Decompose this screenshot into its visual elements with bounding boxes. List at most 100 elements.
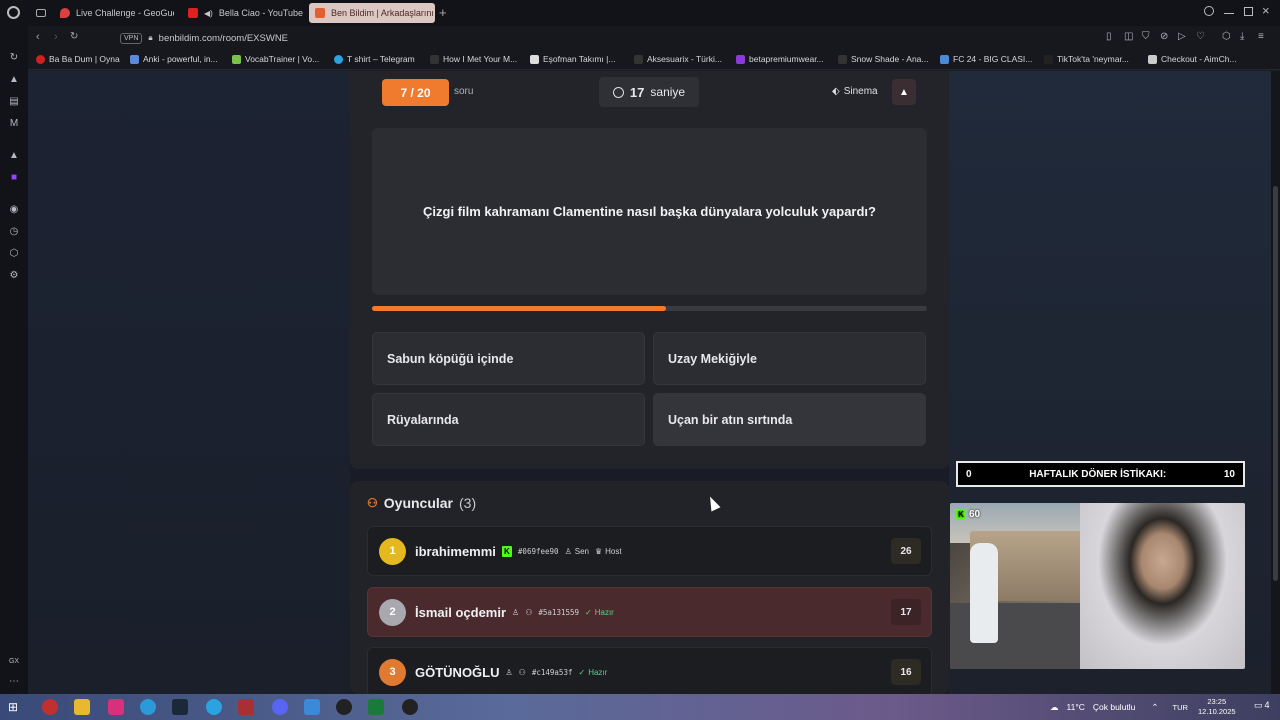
report-button[interactable]: ▲ (892, 79, 916, 105)
category-label: ⬖ Sinema (832, 86, 878, 97)
settings-icon[interactable]: ⚙ (8, 270, 20, 282)
gx-label[interactable]: GX (8, 656, 20, 668)
cloud-icon[interactable]: ☁ (1050, 702, 1059, 713)
bookmark-item[interactable]: FC 24 - BIG CLASI... (940, 54, 1032, 64)
clock-date: 12.10.2025 (1198, 707, 1236, 716)
bookmark-item[interactable]: Checkout - AimCh... (1148, 54, 1237, 64)
page-scrollbar[interactable] (1271, 71, 1280, 694)
scrollbar-thumb[interactable] (1273, 186, 1278, 581)
reload-icon[interactable]: ↻ (70, 31, 78, 42)
pinboard-icon[interactable]: ▲ (8, 74, 20, 86)
maximize-button[interactable] (1244, 7, 1253, 16)
player-score: 16 (891, 659, 921, 685)
forward-icon[interactable]: › (54, 31, 58, 43)
bookmark-item[interactable]: T shirt – Telegram (334, 54, 415, 64)
check-circle-icon: ✓ (585, 607, 592, 617)
telegram-icon[interactable] (206, 699, 222, 715)
language-indicator[interactable]: TUR (1173, 703, 1188, 712)
answer-option[interactable]: Rüyalarında (372, 393, 645, 446)
player-row: 3 GÖTÜNOĞLU ♙ ⚇ #c149a53f ✓ Hazır 16 (367, 647, 932, 694)
bookmark-item[interactable]: betapremiumwear... (736, 54, 824, 64)
url-text[interactable]: benbildim.com/room/EXSWNE (159, 33, 288, 44)
file-explorer-icon[interactable] (74, 699, 90, 715)
extensions-puzzle-icon[interactable]: ⬡ (1222, 31, 1231, 42)
question-text: Çizgi film kahramanı Clamentine nasıl ba… (372, 128, 927, 295)
obs-icon[interactable] (402, 699, 418, 715)
address-bar: ‹ › ↻ VPN 🔒︎ benbildim.com/room/EXSWNE ▯… (28, 26, 1280, 50)
tab-youtube[interactable]: ◀) Bella Ciao - YouTube (182, 3, 304, 23)
answer-option[interactable]: Uzay Mekiğiyle (653, 332, 926, 385)
user-kick-icon[interactable]: ⚇ (525, 608, 532, 617)
more-icon[interactable]: ⋯ (8, 676, 20, 688)
minimize-button[interactable] (1224, 13, 1234, 14)
bookmark-item[interactable]: TikTok'ta 'neymar... (1044, 54, 1129, 64)
heart-icon[interactable]: ♡ (1196, 31, 1205, 42)
winrar-icon[interactable] (238, 699, 254, 715)
answer-option[interactable]: Uçan bir atın sırtında (653, 393, 926, 446)
tab-overview-icon[interactable] (36, 9, 46, 17)
you-label: ♙ Sen (564, 546, 589, 556)
history-icon[interactable]: ◷ (8, 226, 20, 238)
steam-icon[interactable] (172, 699, 188, 715)
discord-icon[interactable] (272, 699, 288, 715)
bookmark-item[interactable]: Eşofman Takımı |... (530, 54, 615, 64)
notification-badge[interactable]: ▭ 4 (1254, 700, 1270, 711)
bookmark-favicon-icon (838, 54, 847, 64)
messenger-icon[interactable]: M (8, 118, 20, 130)
tab-benbildim[interactable]: Ben Bildim | Arkadaşlarını (309, 3, 435, 23)
adblock-icon[interactable]: ⊘ (1160, 31, 1168, 42)
speaker-icon: ◀) (204, 8, 213, 18)
user-icon: ♙ (564, 546, 572, 556)
webcam-overlay: K 60 (950, 503, 1245, 669)
bookmark-item[interactable]: Aksesuarix - Türki... (634, 54, 722, 64)
answer-option[interactable]: Sabun köpüğü içinde (372, 332, 645, 385)
edge-icon[interactable] (140, 699, 156, 715)
weather-temp[interactable]: 11°C (1067, 702, 1085, 712)
instagram-icon[interactable] (108, 699, 124, 715)
speed-dial-icon[interactable]: ↻ (8, 52, 20, 64)
clock[interactable]: 23:25 12.10.2025 (1198, 697, 1236, 717)
monitor-app-icon[interactable] (304, 699, 320, 715)
snapshot-icon[interactable]: ◫ (1124, 31, 1133, 42)
shield-icon[interactable]: ⛉ (1142, 31, 1150, 42)
bookmark-item[interactable]: VocabTrainer | Vo... (232, 54, 319, 64)
bookmark-item[interactable]: Ba Ba Dum | Oyna (36, 54, 120, 64)
tab-bar: Live Challenge - GeoGuess ◀) Bella Ciao … (0, 0, 1280, 26)
timer-value: 17 (629, 84, 645, 100)
player-icon[interactable]: ◉ (8, 204, 20, 216)
bookmark-item[interactable]: How I Met Your M... (430, 54, 517, 64)
windows-start-icon[interactable]: ⊞ (8, 699, 24, 715)
app-icon[interactable]: ▲ (8, 150, 20, 162)
players-title: Oyuncular (383, 495, 454, 511)
players-header: ⚇ Oyuncular (3) (367, 495, 476, 511)
download-icon[interactable]: ⤓ (1240, 31, 1244, 42)
opera-logo-icon[interactable] (7, 6, 20, 19)
bookmark-item[interactable]: Snow Shade - Ana... (838, 54, 929, 64)
url-field[interactable]: VPN 🔒︎ benbildim.com/room/EXSWNE (120, 30, 480, 46)
rank-badge: 3 (379, 658, 406, 686)
weather-text[interactable]: Çok bulutlu (1093, 702, 1136, 712)
lock-icon[interactable]: 🔒︎ (148, 33, 152, 43)
user-kick-icon[interactable]: ⚇ (519, 668, 526, 677)
search-tabs-icon[interactable] (1204, 6, 1214, 16)
back-icon[interactable]: ‹ (36, 31, 40, 43)
extensions-icon[interactable]: ⬡ (8, 248, 20, 260)
player-tag: #069fee90 (517, 546, 559, 556)
terminal-icon[interactable] (368, 699, 384, 715)
bookmark-favicon-icon (1044, 54, 1053, 64)
new-tab-button[interactable]: + (439, 5, 447, 20)
tab-geoguessr[interactable]: Live Challenge - GeoGuess (54, 3, 174, 23)
play-icon[interactable]: ▷ (1178, 31, 1186, 42)
vpn-badge[interactable]: VPN (120, 32, 143, 44)
twitch-icon[interactable]: ■ (8, 172, 20, 184)
bookmark-icon[interactable]: ▯ (1106, 31, 1112, 42)
chevron-up-icon[interactable]: ⌃ (1151, 702, 1158, 713)
news-icon[interactable]: ▤ (8, 96, 20, 108)
bookmark-item[interactable]: Anki - powerful, in... (130, 54, 218, 64)
opera-taskbar-icon[interactable] (42, 699, 58, 715)
app-icon[interactable] (336, 699, 352, 715)
close-window-button[interactable]: × (1262, 3, 1270, 18)
geoguessr-icon (60, 8, 70, 18)
clock-icon (612, 86, 624, 98)
menu-icon[interactable]: ≡ (1258, 31, 1264, 42)
